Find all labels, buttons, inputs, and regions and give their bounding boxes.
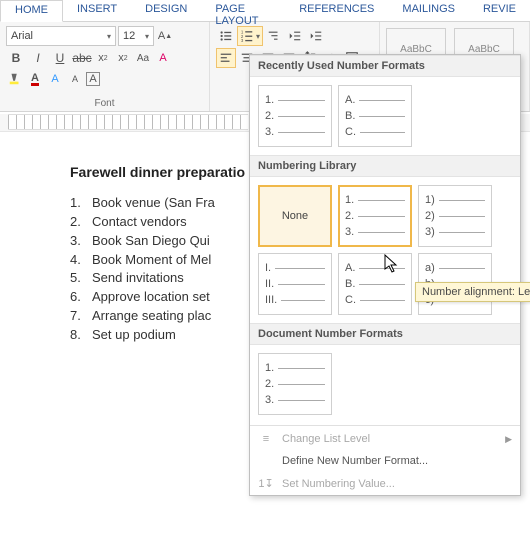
increase-indent-button[interactable] xyxy=(306,26,326,46)
number-format-none[interactable]: None xyxy=(258,185,332,247)
menu-change-list-level: ≡ Change List Level ▶ xyxy=(250,428,520,450)
recent-swatches: 1. 2. 3. A. B. C. xyxy=(250,77,520,155)
number-format-decimal-dot[interactable]: 1. 2. 3. xyxy=(258,353,332,415)
numbering-button[interactable]: 123 ▾ xyxy=(237,26,263,46)
group-font-label: Font xyxy=(6,96,203,109)
font-size-value: 12 xyxy=(123,30,135,42)
number-format-upper-roman-dot[interactable]: I. II. III. xyxy=(258,253,332,315)
tab-review[interactable]: REVIE xyxy=(469,0,530,21)
bullets-button[interactable] xyxy=(216,26,236,46)
number-format-decimal-paren[interactable]: 1) 2) 3) xyxy=(418,185,492,247)
number-format-upper-alpha-dot[interactable]: A. B. C. xyxy=(338,85,412,147)
shrink-font-button[interactable]: A xyxy=(66,70,84,88)
align-left-icon xyxy=(219,51,233,65)
indent-icon: ≡ xyxy=(258,433,274,445)
list-item: Approve location set xyxy=(92,288,210,307)
underline-button[interactable]: U xyxy=(50,48,70,68)
chevron-down-icon: ▾ xyxy=(145,32,149,41)
svg-text:3: 3 xyxy=(241,38,244,43)
section-library-header: Numbering Library xyxy=(250,155,520,177)
list-item: Book Moment of Mel xyxy=(92,251,211,270)
list-item: Book venue (San Fra xyxy=(92,194,215,213)
font-size-selector[interactable]: 12 ▾ xyxy=(118,26,154,46)
superscript-button[interactable]: x2 xyxy=(114,49,132,67)
italic-button[interactable]: I xyxy=(28,48,48,68)
multilevel-list-button[interactable] xyxy=(264,26,284,46)
section-recent-header: Recently Used Number Formats xyxy=(250,55,520,77)
tab-design[interactable]: DESIGN xyxy=(131,0,201,21)
character-border-button[interactable]: A xyxy=(86,72,100,86)
number-format-decimal-dot[interactable]: 1. 2. 3. xyxy=(338,185,412,247)
chevron-down-icon: ▾ xyxy=(107,32,111,41)
tooltip: Number alignment: Left xyxy=(415,282,530,302)
tab-insert[interactable]: INSERT xyxy=(63,0,131,21)
indent-icon xyxy=(309,29,323,43)
number-format-decimal-dot[interactable]: 1. 2. 3. xyxy=(258,85,332,147)
tab-page-layout[interactable]: PAGE LAYOUT xyxy=(201,0,285,21)
list-item: Contact vendors xyxy=(92,213,187,232)
tab-mailings[interactable]: MAILINGS xyxy=(388,0,469,21)
list-item: Send invitations xyxy=(92,269,184,288)
section-document-header: Document Number Formats xyxy=(250,323,520,345)
subscript-button[interactable]: x2 xyxy=(94,49,112,67)
highlight-button[interactable] xyxy=(6,70,24,88)
font-name-value: Arial xyxy=(11,30,33,42)
text-effects-button[interactable]: A xyxy=(46,70,64,88)
list-item: Arrange seating plac xyxy=(92,307,211,326)
numbering-value-icon: 1↧ xyxy=(258,477,274,490)
menu-define-new-number-format[interactable]: Define New Number Format... xyxy=(250,450,520,472)
group-font: Arial ▾ 12 ▾ A▲ B I U abc x2 x2 Aa A xyxy=(0,22,210,111)
bullets-icon xyxy=(219,29,233,43)
strikethrough-button[interactable]: abc xyxy=(72,48,92,68)
clear-formatting-button[interactable]: A xyxy=(154,49,172,67)
font-name-selector[interactable]: Arial ▾ xyxy=(6,26,116,46)
tab-home[interactable]: HOME xyxy=(0,0,63,22)
number-format-upper-alpha-dot[interactable]: A. B. C. xyxy=(338,253,412,315)
multilevel-icon xyxy=(267,29,281,43)
document-swatches: 1. 2. 3. xyxy=(250,345,520,423)
ribbon-tabs: HOME INSERT DESIGN PAGE LAYOUT REFERENCE… xyxy=(0,0,530,22)
chevron-down-icon: ▾ xyxy=(256,32,260,41)
numbering-dropdown: Recently Used Number Formats 1. 2. 3. A.… xyxy=(249,54,521,496)
font-color-button[interactable]: A xyxy=(26,70,44,88)
increase-font-size-button[interactable]: A▲ xyxy=(156,27,174,45)
chevron-right-icon: ▶ xyxy=(505,434,512,445)
outdent-icon xyxy=(288,29,302,43)
decrease-indent-button[interactable] xyxy=(285,26,305,46)
list-item: Set up podium xyxy=(92,326,176,345)
align-left-button[interactable] xyxy=(216,48,236,68)
bold-button[interactable]: B xyxy=(6,48,26,68)
tab-references[interactable]: REFERENCES xyxy=(285,0,388,21)
list-item: Book San Diego Qui xyxy=(92,232,210,251)
highlight-icon xyxy=(8,72,22,86)
change-case-button[interactable]: Aa xyxy=(134,49,152,67)
menu-set-numbering-value: 1↧ Set Numbering Value... xyxy=(250,472,520,495)
numbering-icon: 123 xyxy=(240,29,254,43)
